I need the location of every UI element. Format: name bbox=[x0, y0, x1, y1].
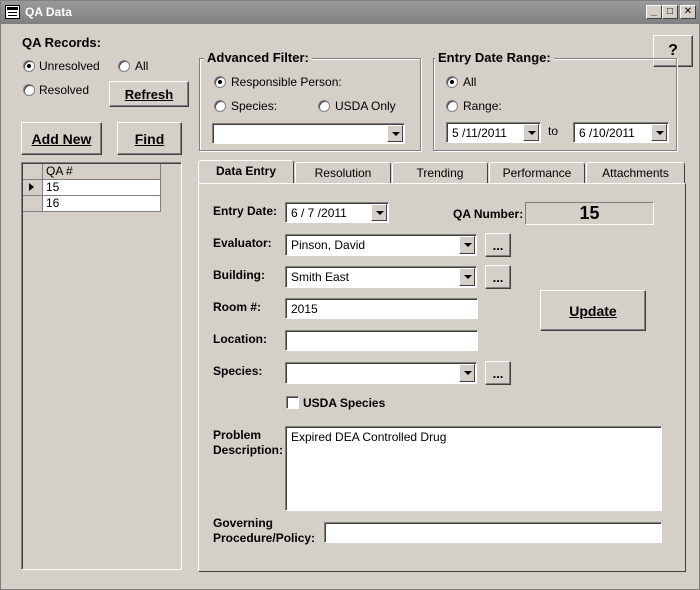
qa-records-title: QA Records: bbox=[19, 35, 104, 50]
grid-corner bbox=[23, 164, 43, 180]
resolved-radio[interactable] bbox=[23, 84, 35, 96]
governing-label-line1: Governing bbox=[213, 516, 274, 530]
species-select[interactable] bbox=[285, 362, 477, 384]
problem-description-textarea[interactable]: Expired DEA Controlled Drug bbox=[285, 426, 662, 511]
species-filter-label: Species: bbox=[231, 99, 278, 113]
qa-data-window: QA Data _ □ ✕ ? QA Records: Unresolved A… bbox=[0, 0, 700, 590]
chevron-down-icon[interactable] bbox=[459, 236, 475, 254]
refresh-button[interactable]: Refresh bbox=[109, 81, 189, 107]
entry-date-picker[interactable]: 6 / 7 /2011 bbox=[285, 202, 389, 223]
find-button[interactable]: Find bbox=[117, 122, 182, 155]
qa-list-grid[interactable]: QA # 15 16 bbox=[21, 162, 182, 570]
usda-species-checkbox[interactable] bbox=[286, 396, 299, 409]
chevron-down-icon[interactable] bbox=[523, 124, 539, 141]
date-to-value: 6 /10/2011 bbox=[579, 126, 635, 140]
evaluator-select[interactable]: Pinson, David bbox=[285, 234, 477, 256]
tab-resolution[interactable]: Resolution bbox=[295, 162, 391, 184]
entry-date-label: Entry Date: bbox=[213, 204, 278, 218]
species-browse-button[interactable]: ... bbox=[485, 361, 511, 385]
resolved-label: Resolved bbox=[39, 83, 90, 97]
qa-number-value: 15 bbox=[525, 202, 654, 225]
table-row[interactable]: 16 bbox=[43, 196, 161, 212]
location-label: Location: bbox=[213, 332, 267, 346]
qa-number-label: QA Number: bbox=[453, 207, 524, 221]
date-all-label: All bbox=[463, 75, 477, 89]
restore-icon[interactable]: □ bbox=[662, 5, 678, 19]
entry-date-range-title: Entry Date Range: bbox=[435, 50, 554, 65]
date-from-value: 5 /11/2011 bbox=[452, 126, 507, 140]
room-value: 2015 bbox=[291, 302, 318, 316]
title-bar[interactable]: QA Data _ □ ✕ bbox=[1, 1, 699, 24]
table-row[interactable]: 15 bbox=[43, 180, 161, 196]
problem-label-line2: Description: bbox=[213, 443, 284, 457]
problem-description-value: Expired DEA Controlled Drug bbox=[291, 430, 447, 444]
tab-trending[interactable]: Trending bbox=[392, 162, 488, 184]
date-all-radio[interactable] bbox=[446, 76, 458, 88]
building-browse-button[interactable]: ... bbox=[485, 265, 511, 289]
building-select[interactable]: Smith East bbox=[285, 266, 477, 288]
responsible-person-radio[interactable] bbox=[214, 76, 226, 88]
date-from-picker[interactable]: 5 /11/2011 bbox=[446, 122, 541, 143]
room-label: Room #: bbox=[213, 300, 261, 314]
governing-policy-input[interactable] bbox=[324, 522, 662, 543]
entry-date-value: 6 / 7 /2011 bbox=[291, 206, 347, 220]
qa-number-column-header[interactable]: QA # bbox=[43, 164, 161, 180]
building-label: Building: bbox=[213, 268, 265, 282]
add-new-button[interactable]: Add New bbox=[21, 122, 102, 155]
unresolved-radio[interactable] bbox=[23, 60, 35, 72]
row-selector[interactable] bbox=[23, 196, 43, 212]
tab-attachments[interactable]: Attachments bbox=[586, 162, 685, 184]
chevron-down-icon[interactable] bbox=[371, 204, 387, 221]
tab-performance[interactable]: Performance bbox=[489, 162, 585, 184]
row-pointer-icon bbox=[29, 183, 34, 191]
chevron-down-icon[interactable] bbox=[387, 125, 403, 142]
evaluator-browse-button[interactable]: ... bbox=[485, 233, 511, 257]
all-records-radio[interactable] bbox=[118, 60, 130, 72]
species-filter-radio[interactable] bbox=[214, 100, 226, 112]
unresolved-label: Unresolved bbox=[39, 59, 100, 73]
update-button[interactable]: Update bbox=[540, 290, 646, 331]
advanced-filter-select[interactable] bbox=[212, 123, 405, 144]
chevron-down-icon[interactable] bbox=[459, 364, 475, 382]
minimize-icon[interactable]: _ bbox=[646, 5, 662, 19]
species-label: Species: bbox=[213, 364, 263, 378]
advanced-filter-title: Advanced Filter: bbox=[204, 50, 312, 65]
window-title: QA Data bbox=[25, 5, 72, 19]
evaluator-value: Pinson, David bbox=[291, 238, 366, 252]
tab-data-entry[interactable]: Data Entry bbox=[198, 160, 294, 184]
date-to-label: to bbox=[548, 124, 559, 138]
chevron-down-icon[interactable] bbox=[651, 124, 667, 141]
all-records-label: All bbox=[135, 59, 149, 73]
usda-species-label: USDA Species bbox=[303, 396, 386, 410]
chevron-down-icon[interactable] bbox=[459, 268, 475, 286]
app-icon bbox=[5, 5, 20, 19]
building-value: Smith East bbox=[291, 270, 350, 284]
row-selector[interactable] bbox=[23, 180, 43, 196]
room-input[interactable]: 2015 bbox=[285, 298, 478, 319]
problem-label-line1: Problem bbox=[213, 428, 262, 442]
responsible-person-label: Responsible Person: bbox=[231, 75, 342, 89]
close-icon[interactable]: ✕ bbox=[680, 5, 696, 19]
location-input[interactable] bbox=[285, 330, 478, 351]
date-range-radio[interactable] bbox=[446, 100, 458, 112]
evaluator-label: Evaluator: bbox=[213, 236, 272, 250]
usda-only-radio[interactable] bbox=[318, 100, 330, 112]
date-to-picker[interactable]: 6 /10/2011 bbox=[573, 122, 669, 143]
usda-only-label: USDA Only bbox=[335, 99, 396, 113]
governing-label-line2: Procedure/Policy: bbox=[213, 531, 316, 545]
date-range-label: Range: bbox=[463, 99, 502, 113]
